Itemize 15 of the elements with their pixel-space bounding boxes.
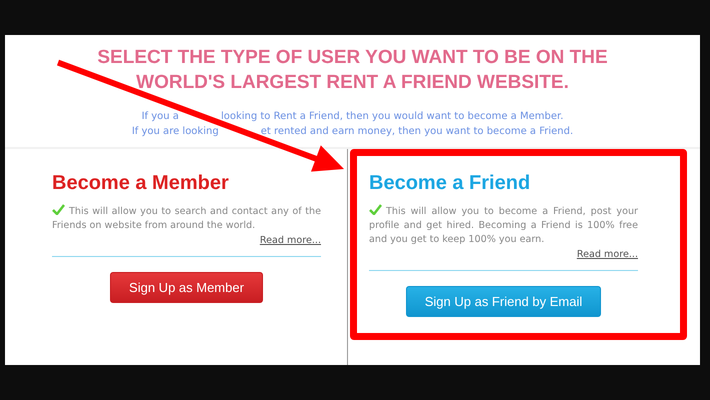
read-more-link[interactable]: Read more... <box>576 249 638 260</box>
intro-text: If you are looking <box>132 125 219 139</box>
read-more-link[interactable]: Read more... <box>260 235 321 246</box>
signup-button[interactable]: Sign Up as Member <box>110 272 263 303</box>
option-heading: Become a Member <box>52 172 230 195</box>
intro-text: et rented and earn money, then you want to become a Friend. <box>260 125 574 139</box>
option-description: This will allow you to search and contact any of the Friends on website from around the world. <box>52 204 321 233</box>
check-icon <box>52 204 65 215</box>
page-title: SELECT THE TYPE OF USER YOU WANT TO BE ON THE <box>97 46 608 70</box>
intro-text: looking to Rent a Friend, then you would want to become a Member. <box>220 110 564 124</box>
check-icon <box>369 204 382 215</box>
option-heading: Become a Friend <box>369 172 532 195</box>
page-title: WORLD'S LARGEST RENT A FRIEND WEBSITE. <box>135 71 570 95</box>
intro-text: If you a <box>142 110 179 124</box>
option-description: This will allow you to become a Friend, post your profile and get hired. Becoming a Friend is 100% free and you get to keep 100% you earn. <box>369 204 638 247</box>
